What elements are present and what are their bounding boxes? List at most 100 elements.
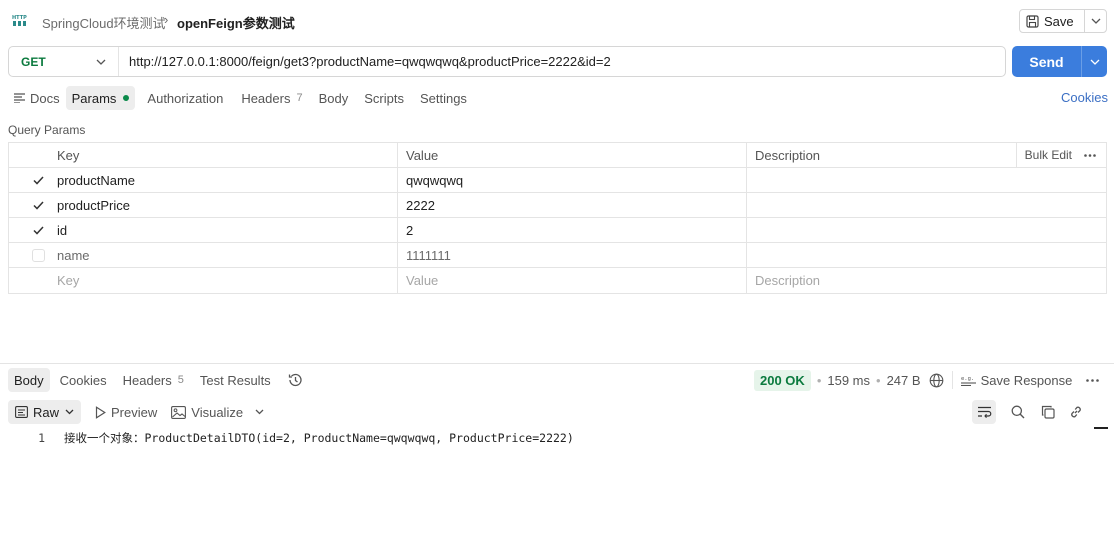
- save-response-icon: e.g.: [960, 374, 976, 386]
- param-checkbox[interactable]: [32, 199, 45, 212]
- param-key[interactable]: name: [57, 243, 398, 267]
- url-input[interactable]: [119, 47, 1005, 76]
- send-button[interactable]: Send: [1012, 46, 1082, 77]
- param-key[interactable]: productName: [57, 168, 398, 192]
- meta-separator: •: [876, 372, 881, 388]
- response-time[interactable]: 159 ms: [827, 373, 870, 388]
- play-icon: [95, 405, 106, 419]
- new-param-value-input[interactable]: Value: [398, 268, 747, 293]
- param-key[interactable]: id: [57, 218, 398, 242]
- response-size[interactable]: 247 B: [887, 373, 921, 388]
- response-tab-headers-label: Headers: [122, 372, 172, 388]
- history-icon[interactable]: [287, 372, 303, 388]
- column-header-description: Description: [755, 147, 821, 163]
- tab-body-label: Body: [318, 90, 349, 106]
- http-request-icon: HTTP: [12, 12, 28, 28]
- checkmark-icon: [32, 225, 44, 235]
- response-tab-headers[interactable]: Headers 5: [117, 368, 190, 392]
- tab-settings[interactable]: Settings: [414, 86, 473, 110]
- breadcrumb-collection[interactable]: SpringCloud环境测试: [42, 13, 166, 32]
- response-tools: [972, 400, 1098, 424]
- cookies-link[interactable]: Cookies: [1061, 90, 1108, 105]
- bulk-edit-button[interactable]: Bulk Edit: [1025, 148, 1072, 162]
- format-raw-label: Raw: [33, 404, 60, 420]
- search-icon[interactable]: [1006, 400, 1030, 424]
- visualize-button[interactable]: Visualize: [171, 405, 264, 420]
- param-row: id 2: [9, 218, 1106, 243]
- method-select[interactable]: GET: [9, 47, 119, 76]
- param-checkbox[interactable]: [31, 248, 45, 262]
- param-description[interactable]: [747, 168, 1106, 192]
- link-icon[interactable]: [1064, 400, 1088, 424]
- param-description[interactable]: [747, 243, 1106, 267]
- chevron-down-icon[interactable]: [255, 409, 264, 415]
- more-options-icon[interactable]: [1084, 153, 1096, 157]
- response-tabs: Body Cookies Headers 5 Test Results: [8, 368, 303, 392]
- param-checkbox-cell: [9, 268, 57, 293]
- response-body-text[interactable]: 接收一个对象：ProductDetailDTO(id=2, ProductNam…: [64, 430, 574, 446]
- param-checkbox[interactable]: [32, 224, 45, 237]
- param-value[interactable]: 1111111: [398, 243, 747, 267]
- param-key[interactable]: productPrice: [57, 193, 398, 217]
- scrollbar-marker[interactable]: [1094, 427, 1108, 429]
- params-active-indicator: [123, 95, 130, 101]
- response-tab-body[interactable]: Body: [8, 368, 50, 392]
- status-badge[interactable]: 200 OK: [754, 369, 811, 391]
- chevron-down-icon: [96, 59, 106, 65]
- save-options-button[interactable]: [1085, 10, 1106, 32]
- save-button[interactable]: Save: [1020, 10, 1085, 32]
- response-more-options-icon[interactable]: [1086, 378, 1100, 382]
- visualize-label: Visualize: [191, 404, 244, 420]
- param-value[interactable]: qwqwqwq: [398, 168, 747, 192]
- line-number: 1: [38, 431, 45, 445]
- param-value[interactable]: 2222: [398, 193, 747, 217]
- method-value: GET: [21, 54, 46, 69]
- param-checkbox-cell: [9, 218, 57, 242]
- response-headers-count: 5: [177, 374, 184, 386]
- column-header-key: Key: [57, 143, 398, 167]
- tab-docs[interactable]: Docs: [8, 86, 66, 110]
- param-row: productName qwqwqwq: [9, 168, 1106, 193]
- bulk-edit-area: Bulk Edit: [1015, 142, 1096, 168]
- request-title[interactable]: openFeign参数测试: [177, 13, 295, 32]
- tab-scripts[interactable]: Scripts: [358, 86, 410, 110]
- param-description[interactable]: [747, 218, 1106, 242]
- save-label: Save: [1044, 13, 1074, 29]
- param-row: name 1111111: [9, 243, 1106, 268]
- headers-count-badge: 7: [296, 92, 303, 104]
- response-body-line: 1 接收一个对象：ProductDetailDTO(id=2, ProductN…: [0, 429, 574, 447]
- new-param-description-input[interactable]: Description: [747, 268, 1106, 293]
- save-icon: [1026, 14, 1039, 28]
- header-checkbox-cell: [9, 143, 57, 167]
- tab-authorization[interactable]: Authorization: [141, 86, 229, 110]
- param-value[interactable]: 2: [398, 218, 747, 242]
- checkmark-icon: [32, 175, 44, 185]
- send-options-button[interactable]: [1082, 46, 1107, 77]
- meta-divider: [951, 371, 953, 389]
- format-raw-select[interactable]: Raw: [8, 400, 82, 424]
- checkmark-icon: [32, 200, 44, 210]
- params-header-row: Key Value Description Bulk Edit: [9, 142, 1106, 168]
- response-divider[interactable]: [0, 363, 1114, 364]
- docs-icon: [14, 93, 25, 103]
- wrap-lines-icon[interactable]: [972, 400, 996, 424]
- tab-params[interactable]: Params: [65, 86, 136, 110]
- globe-icon[interactable]: [929, 373, 944, 388]
- save-response-button[interactable]: e.g. Save Response: [951, 371, 1072, 389]
- tab-authorization-label: Authorization: [147, 90, 224, 106]
- param-description[interactable]: [747, 193, 1106, 217]
- param-new-row: Key Value Description: [9, 268, 1106, 293]
- query-params-heading: Query Params: [8, 123, 86, 137]
- copy-icon[interactable]: [1036, 400, 1060, 424]
- preview-button[interactable]: Preview: [95, 405, 157, 420]
- param-row: productPrice 2222: [9, 193, 1106, 218]
- column-divider: [1015, 142, 1017, 168]
- response-tab-test-results[interactable]: Test Results: [194, 368, 277, 392]
- breadcrumb-separator: ›: [164, 12, 169, 27]
- tab-body[interactable]: Body: [313, 86, 355, 110]
- param-checkbox[interactable]: [32, 174, 45, 187]
- new-param-key-input[interactable]: Key: [57, 268, 398, 293]
- url-bar: GET: [8, 46, 1006, 77]
- response-tab-cookies[interactable]: Cookies: [54, 368, 113, 392]
- tab-headers[interactable]: Headers 7: [235, 86, 308, 110]
